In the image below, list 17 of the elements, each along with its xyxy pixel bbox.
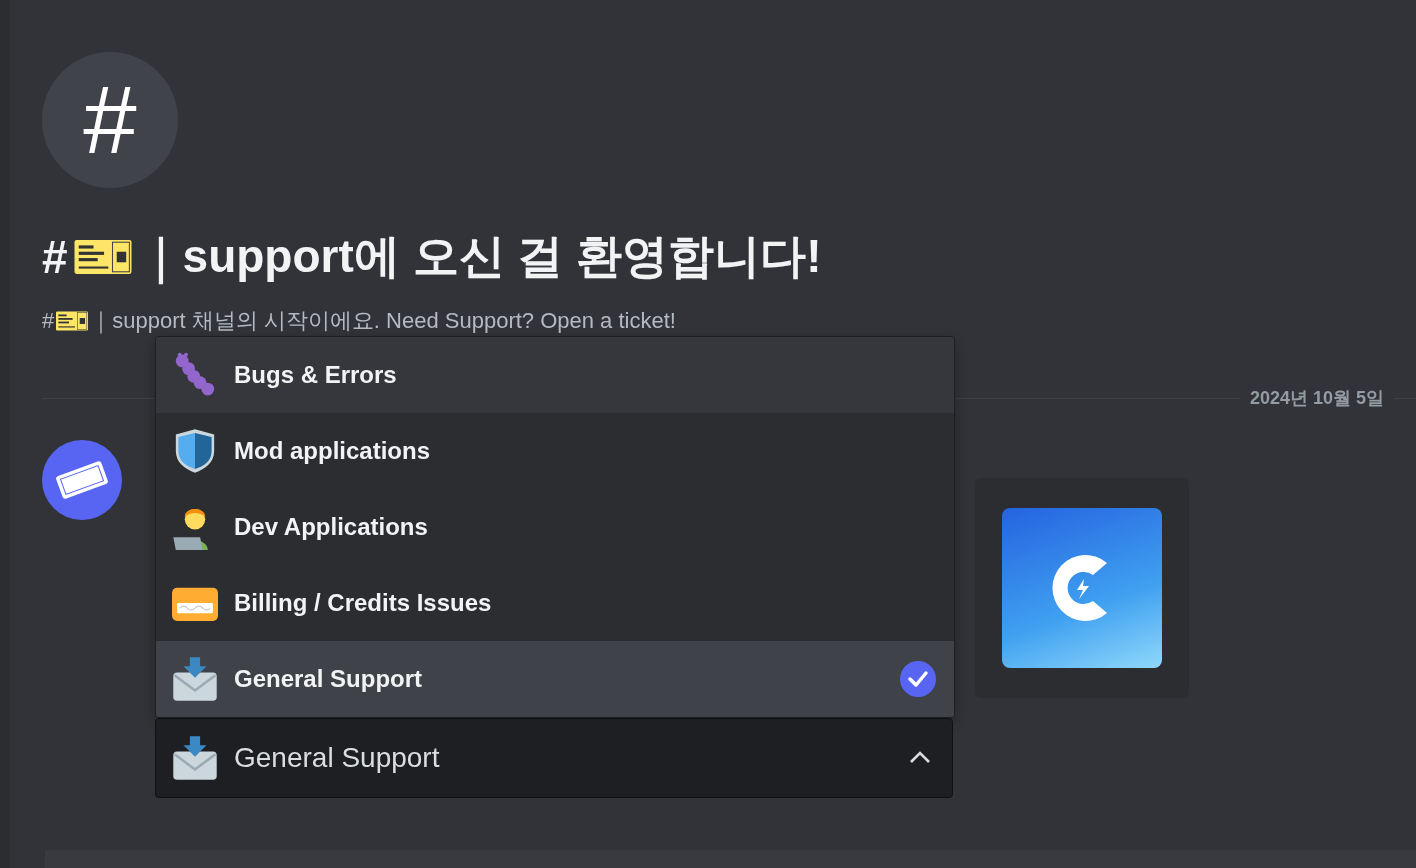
date-divider: 2024년 10월 5일 [1248, 387, 1385, 410]
select-dropdown[interactable]: General Support [155, 718, 953, 798]
channel-description: ｜support 채널의 시작이에요. Need Support? Open a ticket! [90, 307, 676, 336]
channel-hash-icon: # [42, 52, 178, 188]
dropdown-option[interactable]: Billing / Credits Issues [156, 565, 954, 641]
subtitle-hash: # [42, 308, 55, 334]
dropdown-option[interactable]: Mod applications [156, 413, 954, 489]
dropdown-option[interactable]: Dev Applications [156, 489, 954, 565]
envelope-arrow-icon [172, 656, 218, 702]
check-icon [900, 661, 936, 697]
ticket-icon [73, 238, 132, 276]
channel-welcome-title: ｜support에 오신 걸 환영합니다! [137, 226, 822, 288]
dropdown-option[interactable]: Bugs & Errors [156, 337, 954, 413]
ticket-icon [56, 310, 89, 332]
envelope-arrow-icon [172, 735, 218, 781]
dropdown-option[interactable]: General Support [156, 641, 954, 717]
title-hash: # [42, 230, 68, 284]
